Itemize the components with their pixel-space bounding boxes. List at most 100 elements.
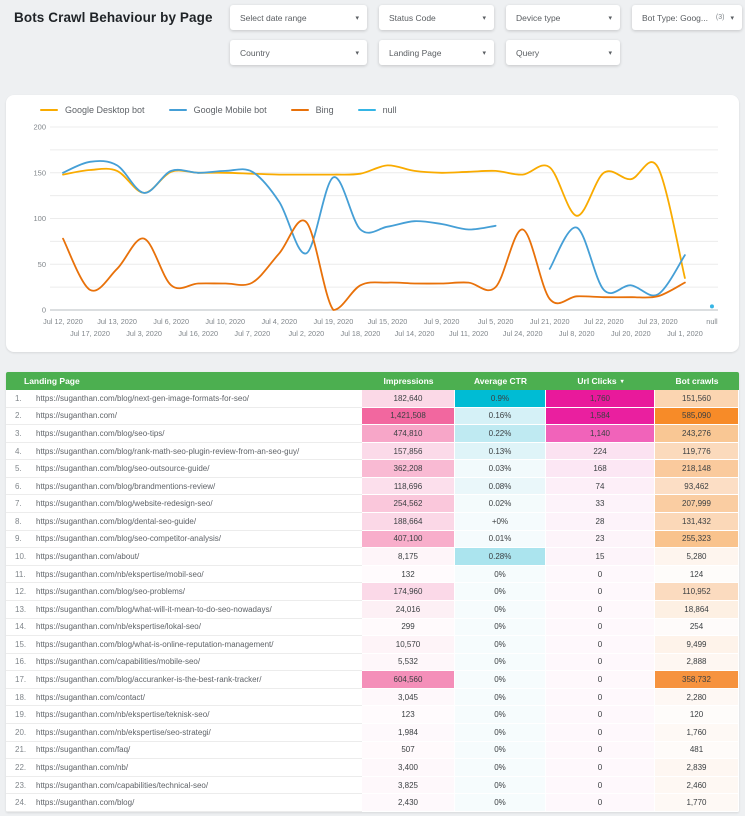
landing-page-cell[interactable]: https://suganthan.com/blog/: [36, 794, 362, 812]
average-ctr-cell: 0%: [455, 601, 546, 619]
impressions-cell: 132: [362, 566, 455, 584]
chevron-down-icon: ▾: [355, 14, 359, 22]
y-axis-tick: 0: [42, 306, 46, 315]
filter-chip-select-date-range[interactable]: Select date range▾: [230, 5, 367, 30]
legend-item-google-mobile-bot[interactable]: Google Mobile bot: [169, 105, 267, 115]
bot-crawls-cell: 358,732: [655, 671, 739, 689]
url-clicks-cell: 0: [546, 759, 655, 777]
y-axis-tick: 50: [38, 260, 46, 269]
landing-page-cell[interactable]: https://suganthan.com/blog/seo-outsource…: [36, 460, 362, 478]
table-header: Landing Page ImpressionsAverage CTRUrl Cl…: [6, 372, 739, 390]
landing-page-cell[interactable]: https://suganthan.com/blog/rank-math-seo…: [36, 443, 362, 461]
filter-chip-country[interactable]: Country▾: [230, 40, 367, 65]
column-header-impressions[interactable]: Impressions: [362, 372, 455, 390]
column-header-average-ctr[interactable]: Average CTR: [455, 372, 546, 390]
average-ctr-cell: 0%: [455, 636, 546, 654]
table-row: 15.https://suganthan.com/blog/what-is-on…: [6, 636, 739, 654]
landing-page-cell[interactable]: https://suganthan.com/about/: [36, 548, 362, 566]
bot-crawls-cell: 1,770: [655, 794, 739, 812]
column-header-label: Landing Page: [24, 376, 80, 386]
landing-page-cell[interactable]: https://suganthan.com/blog/seo-problems/: [36, 583, 362, 601]
landing-page-cell[interactable]: https://suganthan.com/blog/dental-seo-gu…: [36, 513, 362, 531]
legend-label: Google Desktop bot: [65, 105, 145, 115]
url-clicks-cell: 0: [546, 794, 655, 812]
landing-page-cell[interactable]: https://suganthan.com/faq/: [36, 742, 362, 760]
impressions-cell: 3,045: [362, 689, 455, 707]
legend-item-bing[interactable]: Bing: [291, 105, 334, 115]
url-clicks-cell: 1,140: [546, 425, 655, 443]
chevron-down-icon: ▾: [608, 49, 612, 57]
row-number: 24.: [6, 794, 36, 812]
legend-item-null[interactable]: null: [358, 105, 397, 115]
chevron-down-icon: ▾: [482, 14, 486, 22]
x-axis-tick: Jul 22, 2020: [584, 317, 624, 326]
impressions-cell: 10,570: [362, 636, 455, 654]
url-clicks-cell: 0: [546, 566, 655, 584]
table-row: 6.https://suganthan.com/blog/brandmentio…: [6, 478, 739, 496]
legend-label: Bing: [316, 105, 334, 115]
landing-page-cell[interactable]: https://suganthan.com/: [36, 408, 362, 426]
table-row: 7.https://suganthan.com/blog/website-red…: [6, 495, 739, 513]
filter-chip-landing-page[interactable]: Landing Page▾: [379, 40, 494, 65]
average-ctr-cell: 0.08%: [455, 478, 546, 496]
column-header-url-clicks[interactable]: Url Clicks▾: [546, 372, 655, 390]
landing-page-cell[interactable]: https://suganthan.com/blog/what-will-it-…: [36, 601, 362, 619]
filter-chip-bot-type-goog[interactable]: Bot Type: Goog...(3)▾: [632, 5, 742, 30]
impressions-cell: 604,560: [362, 671, 455, 689]
bots-crawl-line-chart[interactable]: 050100150200Jul 12, 2020Jul 17, 2020Jul …: [6, 119, 739, 352]
bot-crawls-cell: 2,839: [655, 759, 739, 777]
average-ctr-cell: 0.02%: [455, 495, 546, 513]
series-line-bing: [63, 220, 685, 310]
column-header-landing-page[interactable]: Landing Page: [6, 372, 362, 390]
filter-chip-label: Query: [516, 48, 608, 58]
landing-page-cell[interactable]: https://suganthan.com/blog/brandmentions…: [36, 478, 362, 496]
table-row: 2.https://suganthan.com/1,421,5080.16%1,…: [6, 408, 739, 426]
legend-label: Google Mobile bot: [194, 105, 267, 115]
filter-chip-device-type[interactable]: Device type▾: [506, 5, 620, 30]
landing-page-cell[interactable]: https://suganthan.com/nb/: [36, 759, 362, 777]
landing-page-cell[interactable]: https://suganthan.com/blog/next-gen-imag…: [36, 390, 362, 408]
legend-item-google-desktop-bot[interactable]: Google Desktop bot: [40, 105, 145, 115]
url-clicks-cell: 0: [546, 671, 655, 689]
legend-label: null: [383, 105, 397, 115]
landing-page-cell[interactable]: https://suganthan.com/blog/website-redes…: [36, 495, 362, 513]
impressions-cell: 182,640: [362, 390, 455, 408]
landing-page-cell[interactable]: https://suganthan.com/blog/accuranker-is…: [36, 671, 362, 689]
x-axis-tick: Jul 5, 2020: [478, 317, 514, 326]
y-axis-tick: 100: [33, 214, 46, 223]
impressions-cell: 5,532: [362, 654, 455, 672]
average-ctr-cell: 0%: [455, 706, 546, 724]
bot-crawls-cell: 585,090: [655, 408, 739, 426]
average-ctr-cell: 0%: [455, 619, 546, 637]
x-axis-tick: Jul 4, 2020: [261, 317, 297, 326]
sort-desc-icon: ▾: [621, 378, 624, 385]
column-header-bot-crawls[interactable]: Bot crawls: [655, 372, 739, 390]
y-axis-tick: 150: [33, 168, 46, 177]
filter-chip-label: Device type: [516, 13, 608, 23]
filter-chip-query[interactable]: Query▾: [506, 40, 620, 65]
row-number: 18.: [6, 689, 36, 707]
landing-page-cell[interactable]: https://suganthan.com/blog/seo-competito…: [36, 531, 362, 549]
x-axis-tick: Jul 24, 2020: [503, 329, 543, 338]
average-ctr-cell: 0.28%: [455, 548, 546, 566]
landing-page-cell[interactable]: https://suganthan.com/nb/ekspertise/seo-…: [36, 724, 362, 742]
landing-page-cell[interactable]: https://suganthan.com/capabilities/techn…: [36, 777, 362, 795]
landing-page-cell[interactable]: https://suganthan.com/nb/ekspertise/loka…: [36, 619, 362, 637]
table-row: 8.https://suganthan.com/blog/dental-seo-…: [6, 513, 739, 531]
landing-page-cell[interactable]: https://suganthan.com/nb/ekspertise/mobi…: [36, 566, 362, 584]
landing-page-cell[interactable]: https://suganthan.com/capabilities/mobil…: [36, 654, 362, 672]
filter-chip-status-code[interactable]: Status Code▾: [379, 5, 494, 30]
x-axis-tick: Jul 6, 2020: [153, 317, 189, 326]
average-ctr-cell: 0%: [455, 583, 546, 601]
row-number: 19.: [6, 706, 36, 724]
landing-page-cell[interactable]: https://suganthan.com/nb/ekspertise/tekn…: [36, 706, 362, 724]
average-ctr-cell: 0.03%: [455, 460, 546, 478]
table-row: 5.https://suganthan.com/blog/seo-outsour…: [6, 460, 739, 478]
landing-page-cell[interactable]: https://suganthan.com/contact/: [36, 689, 362, 707]
x-axis-tick: Jul 20, 2020: [611, 329, 651, 338]
url-clicks-cell: 0: [546, 706, 655, 724]
url-clicks-cell: 0: [546, 601, 655, 619]
landing-page-cell[interactable]: https://suganthan.com/blog/what-is-onlin…: [36, 636, 362, 654]
x-axis-tick: Jul 14, 2020: [395, 329, 435, 338]
landing-page-cell[interactable]: https://suganthan.com/blog/seo-tips/: [36, 425, 362, 443]
